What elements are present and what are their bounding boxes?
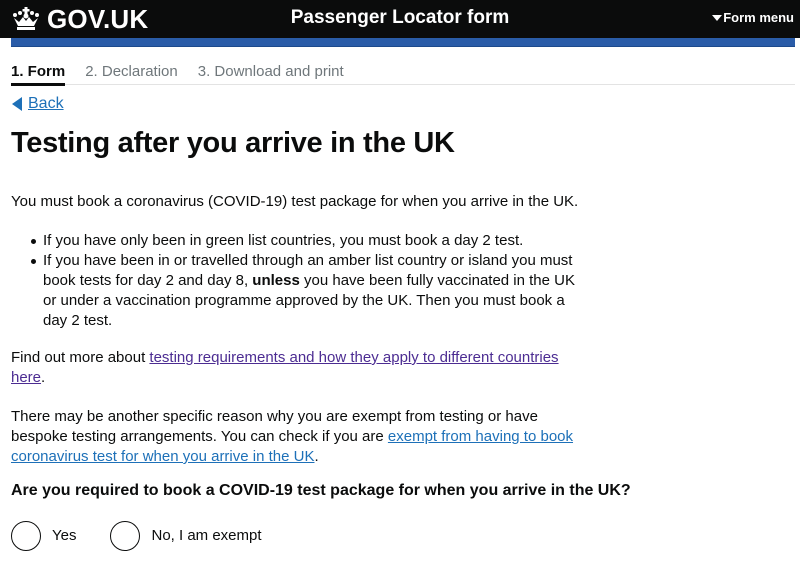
form-steps-nav: 1. Form 2. Declaration 3. Download and p… (11, 62, 795, 86)
exempt-suffix: . (314, 448, 319, 465)
govuk-header: GOV.UK Passenger Locator form Form menu (0, 0, 800, 38)
requirements-list: If you have only been in green list coun… (11, 231, 581, 331)
radio-no-exempt-input[interactable] (110, 521, 141, 551)
triangle-down-icon (712, 15, 723, 21)
page-content: You must book a coronavirus (COVID-19) t… (11, 192, 581, 486)
find-out-more-text: Find out more about testing requirements… (11, 348, 581, 388)
step-download-print[interactable]: 3. Download and print (198, 62, 344, 84)
back-link-label: Back (28, 95, 64, 112)
intro-text: You must book a coronavirus (COVID-19) t… (11, 193, 579, 210)
test-package-question: Are you required to book a COVID-19 test… (11, 482, 631, 499)
find-out-prefix: Find out more about (11, 349, 150, 366)
step-declaration[interactable]: 2. Declaration (85, 62, 178, 84)
header-blue-bar (11, 38, 795, 47)
service-name[interactable]: Passenger Locator form (291, 7, 510, 28)
step-form[interactable]: 1. Form (11, 62, 66, 86)
page-title: Testing after you arrive in the UK (11, 127, 455, 159)
find-out-suffix: . (41, 369, 46, 386)
back-link[interactable]: Back (12, 94, 64, 114)
list-item: If you have only been in green list coun… (11, 231, 581, 251)
list-item-text: If you have only been in green list coun… (43, 232, 524, 249)
list-item: If you have been in or travelled through… (11, 251, 581, 331)
unless-emphasis: unless (252, 272, 300, 289)
radio-yes-label[interactable]: Yes (52, 526, 76, 546)
radio-yes[interactable]: Yes (11, 521, 76, 551)
form-menu-label: Form menu (723, 10, 794, 25)
govuk-logo-text: GOV.UK (47, 4, 149, 34)
triangle-left-icon (12, 97, 22, 111)
exempt-text: There may be another specific reason why… (11, 407, 581, 467)
test-package-radios: Yes No, I am exempt (11, 521, 294, 551)
radio-yes-input[interactable] (11, 521, 41, 551)
crown-icon (13, 7, 39, 30)
form-menu-button[interactable]: Form menu (712, 10, 794, 26)
govuk-logo[interactable]: GOV.UK (11, 4, 148, 34)
radio-no-exempt[interactable]: No, I am exempt (110, 521, 262, 551)
radio-no-exempt-label[interactable]: No, I am exempt (151, 526, 261, 546)
